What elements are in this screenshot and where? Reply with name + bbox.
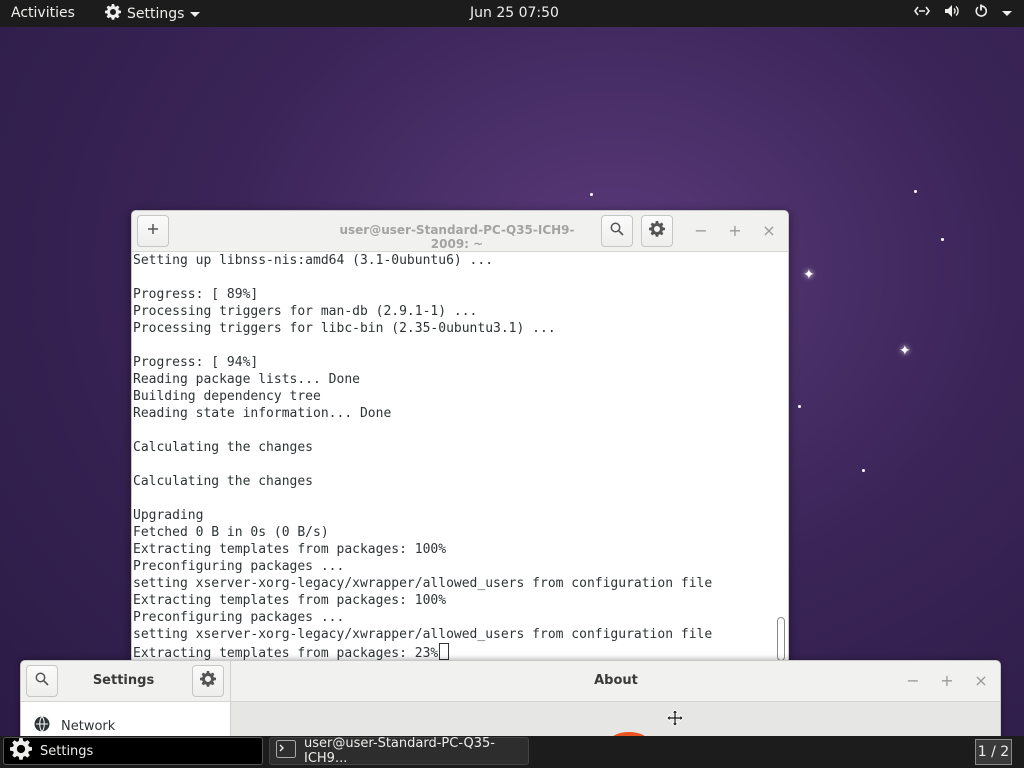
star <box>862 469 865 472</box>
terminal-line: Upgrading <box>133 508 204 523</box>
terminal-title: user@user-Standard-PC-Q35-ICH9-2009: ~ <box>339 223 575 251</box>
gear-icon <box>105 4 121 24</box>
taskbar-item-terminal[interactable]: user@user-Standard-PC-Q35-ICH9... <box>269 736 529 766</box>
sidebar-item-label: Network <box>61 718 116 734</box>
close-button[interactable]: × <box>760 221 778 240</box>
terminal-line: Progress: [ 94%] <box>133 355 259 370</box>
star <box>798 405 801 408</box>
terminal-line: Building dependency tree <box>133 389 321 404</box>
activities-button[interactable]: Activities <box>11 5 75 21</box>
app-menu-label: Settings <box>127 6 185 22</box>
terminal-line: Extracting templates from packages: 23% <box>133 643 773 661</box>
plus-icon <box>147 223 159 239</box>
sparkle-star-icon: ✦ <box>803 267 815 283</box>
terminal-line: Reading package lists... Done <box>133 372 360 387</box>
taskbar-item-label: user@user-Standard-PC-Q35-ICH9... <box>304 736 495 766</box>
settings-menu-button[interactable] <box>192 665 224 697</box>
text-cursor <box>439 643 450 660</box>
close-button[interactable]: × <box>972 671 990 690</box>
terminal-line: Fetched 0 B in 0s (0 B/s) <box>133 525 329 540</box>
terminal-line: Calculating the changes <box>133 474 314 489</box>
chevron-down-icon <box>190 11 201 17</box>
settings-window[interactable]: Settings About − + × Network <box>20 660 1001 737</box>
volume-icon <box>944 4 960 22</box>
star <box>941 238 944 241</box>
search-button[interactable] <box>601 215 633 247</box>
maximize-button[interactable]: + <box>938 671 956 690</box>
gear-icon <box>10 738 32 764</box>
terminal-line: Reading state information... Done <box>133 406 392 421</box>
terminal-line: setting xserver-xorg-legacy/xwrapper/all… <box>133 627 713 642</box>
star <box>914 190 917 193</box>
search-icon <box>35 672 49 690</box>
system-status-menu[interactable] <box>914 4 1012 22</box>
minimize-button[interactable]: − <box>904 671 922 690</box>
settings-sidebar-title: Settings <box>92 673 155 688</box>
terminal-line: Processing triggers for man-db (2.9.1-1)… <box>133 304 478 319</box>
terminal-line: Preconfiguring packages ... <box>133 559 345 574</box>
gear-icon <box>200 671 216 691</box>
sparkle-star-icon: ✦ <box>899 343 911 359</box>
search-icon <box>610 222 624 240</box>
top-bar: Activities Settings Jun 25 07:50 <box>0 0 1024 27</box>
move-cursor-icon <box>666 709 684 731</box>
terminal-menu-button[interactable] <box>641 215 673 247</box>
taskbar-item-label: Settings <box>40 743 94 759</box>
about-panel <box>231 702 1000 736</box>
terminal-line: Preconfiguring packages ... <box>133 610 345 625</box>
terminal-output[interactable]: Setting up libnss-nis:amd64 (3.1-0ubuntu… <box>133 252 773 661</box>
network-icon <box>914 4 930 22</box>
power-icon <box>974 4 988 22</box>
terminal-line: setting xserver-xorg-legacy/xwrapper/all… <box>133 576 713 591</box>
chevron-down-icon <box>1002 10 1012 16</box>
settings-search-button[interactable] <box>26 665 58 697</box>
sidebar-item-network[interactable]: Network <box>33 715 116 736</box>
settings-sidebar[interactable]: Network <box>21 702 230 736</box>
taskbar: Settings user@user-Standard-PC-Q35-ICH9.… <box>0 736 1024 768</box>
terminal-scrollbar[interactable] <box>777 617 785 661</box>
taskbar-item-settings[interactable]: Settings <box>3 737 263 765</box>
settings-panel-title: About <box>594 673 638 688</box>
maximize-button[interactable]: + <box>726 221 744 240</box>
terminal-line: Setting up libnss-nis:amd64 (3.1-0ubuntu… <box>133 253 494 268</box>
minimize-button[interactable]: − <box>692 221 710 240</box>
terminal-line: Progress: [ 89%] <box>133 287 259 302</box>
terminal-icon <box>276 740 296 762</box>
star <box>590 193 593 196</box>
settings-headerbar[interactable]: Settings About − + × <box>21 661 1000 702</box>
terminal-line: Processing triggers for libc-bin (2.35-0… <box>133 321 556 336</box>
terminal-line: Calculating the changes <box>133 440 314 455</box>
terminal-line: Extracting templates from packages: 100% <box>133 593 447 608</box>
app-menu[interactable]: Settings <box>105 4 201 24</box>
terminal-window[interactable]: user@user-Standard-PC-Q35-ICH9-2009: ~ −… <box>131 210 789 662</box>
terminal-headerbar[interactable]: user@user-Standard-PC-Q35-ICH9-2009: ~ −… <box>132 211 788 252</box>
new-tab-button[interactable] <box>137 215 169 247</box>
workspace-indicator[interactable]: 1 / 2 <box>975 739 1012 765</box>
clock[interactable]: Jun 25 07:50 <box>470 5 559 21</box>
network-globe-icon <box>33 715 51 736</box>
terminal-line: Extracting templates from packages: 100% <box>133 542 447 557</box>
gear-icon <box>649 221 665 241</box>
